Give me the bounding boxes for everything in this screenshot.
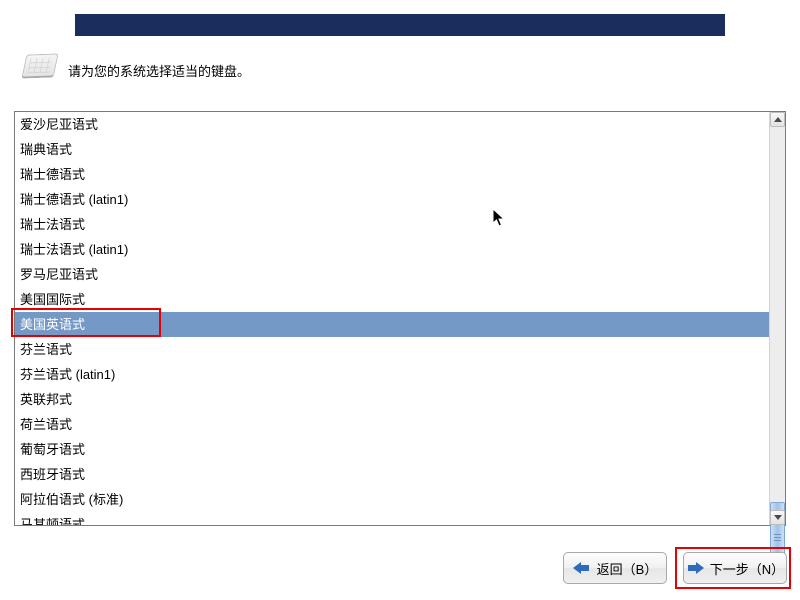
keyboard-layout-item[interactable]: 西班牙语式 [15,462,771,487]
arrow-left-icon [573,562,591,574]
keyboard-layout-item[interactable]: 瑞士德语式 (latin1) [15,187,771,212]
keyboard-layout-item[interactable]: 瑞士法语式 (latin1) [15,237,771,262]
keyboard-layout-item[interactable]: 瑞士德语式 [15,162,771,187]
keyboard-layout-item[interactable]: 爱沙尼亚语式 [15,112,771,137]
list-viewport: 爱沙尼亚语式瑞典语式瑞士德语式瑞士德语式 (latin1)瑞士法语式瑞士法语式 … [15,112,771,525]
chevron-down-icon [774,515,782,520]
keyboard-layout-item[interactable]: 瑞典语式 [15,137,771,162]
scroll-up-button[interactable] [770,112,785,127]
keyboard-layout-item[interactable]: 葡萄牙语式 [15,437,771,462]
scroll-down-button[interactable] [770,510,785,525]
keyboard-layout-item[interactable]: 阿拉伯语式 (标准) [15,487,771,512]
keyboard-layout-item[interactable]: 芬兰语式 [15,337,771,362]
vertical-scrollbar[interactable] [769,112,785,525]
back-button-label: 返回（B） [597,559,658,578]
keyboard-layout-item[interactable]: 瑞士法语式 [15,212,771,237]
instruction-text: 请为您的系统选择适当的键盘。 [68,61,250,80]
keyboard-layout-item[interactable]: 美国英语式 [15,312,771,337]
next-button[interactable]: 下一步（N） [683,552,787,584]
keyboard-layout-listbox[interactable]: 爱沙尼亚语式瑞典语式瑞士德语式瑞士德语式 (latin1)瑞士法语式瑞士法语式 … [14,111,786,526]
chevron-up-icon [774,117,782,122]
back-button[interactable]: 返回（B） [563,552,667,584]
header-banner [75,14,725,36]
keyboard-layout-item[interactable]: 荷兰语式 [15,412,771,437]
keyboard-layout-item[interactable]: 英联邦式 [15,387,771,412]
keyboard-layout-item[interactable]: 罗马尼亚语式 [15,262,771,287]
keyboard-layout-item[interactable]: 马其顿语式 [15,512,771,525]
keyboard-layout-item[interactable]: 芬兰语式 (latin1) [15,362,771,387]
keyboard-layout-item[interactable]: 美国国际式 [15,287,771,312]
arrow-right-icon [686,562,704,574]
keyboard-icon [21,53,58,78]
next-button-label: 下一步（N） [710,559,784,578]
wizard-button-row: 返回（B） 下一步（N） [563,552,787,584]
